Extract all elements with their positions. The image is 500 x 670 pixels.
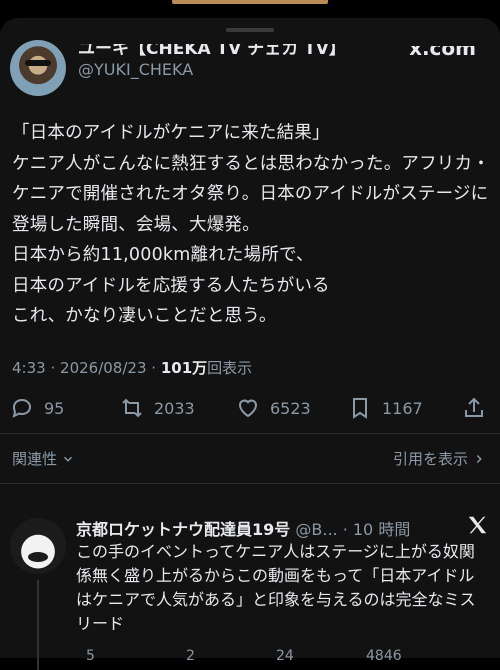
share-button[interactable] (462, 396, 486, 420)
post-sheet: ユーキ【CHEKA TV チェカ TV】 @YUKI_CHEKA x.com 「… (0, 18, 500, 670)
x-logo-icon: x.com (409, 36, 476, 60)
avatar[interactable] (10, 40, 66, 96)
like-count: 6523 (270, 398, 311, 418)
post-actions: 95 2033 6523 1167 (10, 396, 490, 426)
reply-author-handle[interactable]: @B... (295, 520, 337, 539)
reply-author-name[interactable]: 京都ロケットナウ配達員19号 (76, 520, 290, 539)
post-date: 2026/08/23 (60, 359, 147, 377)
post-body: 「日本のアイドルがケニアに来た結果」 ケニア人がこんなに熱狂するとは思わなかった… (12, 123, 490, 326)
reply-time: · 10 時間 (342, 520, 411, 539)
reply-button[interactable]: 95 (10, 396, 64, 420)
bookmark-button[interactable]: 1167 (348, 396, 423, 420)
sort-label: 関連性 (12, 450, 58, 468)
divider (0, 483, 500, 484)
x-logo-icon (468, 516, 487, 534)
reply-header: 京都ロケットナウ配達員19号 @B... · 10 時間 (76, 516, 410, 540)
views-count: 101万 (160, 359, 208, 377)
avatar[interactable] (10, 518, 66, 574)
reply-count: 95 (44, 398, 65, 418)
meta-separator: · (151, 359, 157, 377)
bookmark-count: 1167 (382, 398, 423, 418)
heart-icon (238, 399, 258, 418)
share-icon (465, 397, 483, 417)
reply-like-count[interactable]: 24 (276, 648, 294, 664)
reply-body: この手のイベントってケニア人はステージに上がる奴関係無く盛り上がるからこの動画を… (76, 542, 476, 633)
reply-reply-count[interactable]: 5 (86, 648, 95, 664)
author-display-name[interactable]: ユーキ【CHEKA TV チェカ TV】 (78, 44, 346, 59)
quotes-label: 引用を表示 (392, 450, 468, 468)
thread-line (37, 580, 39, 670)
sort-related-dropdown[interactable]: 関連性 (12, 448, 75, 469)
reply-actions: 5 2 24 4846 (76, 648, 488, 668)
sheet-grabber[interactable] (226, 28, 274, 32)
author-handle[interactable]: @YUKI_CHEKA (78, 60, 193, 79)
repost-count: 2033 (154, 398, 195, 418)
post-meta: 4:33 · 2026/08/23 · 101万回表示 (12, 357, 252, 378)
like-button[interactable]: 6523 (236, 396, 311, 420)
repost-icon (122, 398, 142, 418)
previous-media-thumbnail (172, 0, 328, 4)
post-header: ユーキ【CHEKA TV チェカ TV】 @YUKI_CHEKA x.com (10, 40, 490, 100)
chevron-down-icon (64, 456, 73, 462)
views-label: 回表示 (207, 359, 253, 377)
bookmark-icon (353, 398, 367, 419)
view-quotes-link[interactable]: 引用を表示 (393, 448, 486, 469)
reply-repost-count[interactable]: 2 (186, 648, 195, 664)
post-time: 4:33 (12, 359, 46, 377)
reply-view-count[interactable]: 4846 (366, 648, 402, 664)
chevron-right-icon (476, 454, 482, 463)
reply-icon (12, 398, 32, 418)
divider (0, 433, 500, 434)
meta-separator: · (50, 359, 56, 377)
repost-button[interactable]: 2033 (120, 396, 195, 420)
